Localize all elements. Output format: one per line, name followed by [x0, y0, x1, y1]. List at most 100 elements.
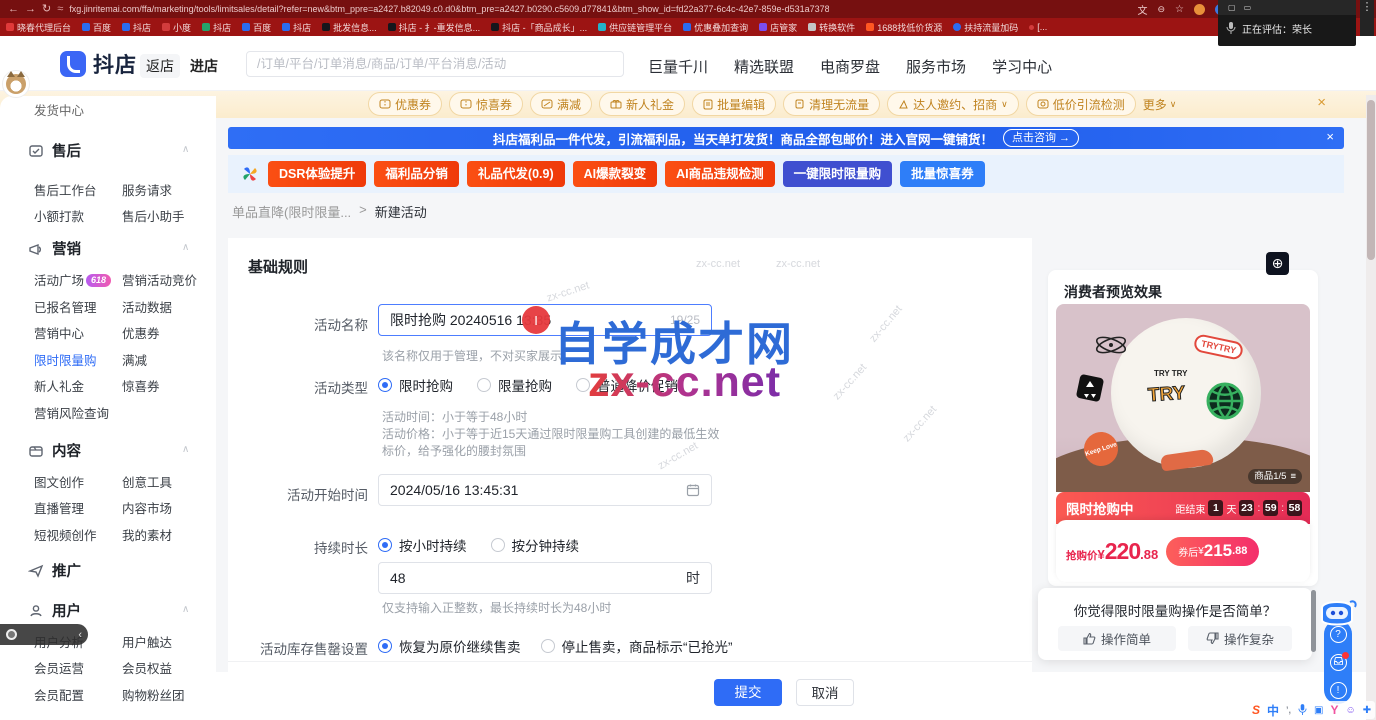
ime-toolbox-icon[interactable]: ✚ [1363, 705, 1371, 716]
collapse-icon[interactable]: ‹ [78, 629, 82, 641]
nav-qianchuan[interactable]: 巨量千川 [648, 56, 708, 77]
sidebar-item[interactable]: 会员权益 [122, 658, 210, 677]
zoom-icon[interactable]: ⊖ [1157, 4, 1165, 15]
bookmark[interactable]: 抖店 [202, 21, 231, 34]
tool-fulipin-button[interactable]: 福利品分销 [374, 161, 459, 187]
pill-lowprice-check[interactable]: 低价引流检测 [1026, 92, 1136, 116]
bookmark[interactable]: 小度 [162, 21, 191, 34]
sidebar-section-aftersale[interactable]: 售后 [28, 140, 81, 161]
sidebar-item[interactable]: 图文创作 [34, 472, 122, 491]
bookmark[interactable]: 百度 [82, 21, 111, 34]
bookmark[interactable]: 百度 [242, 21, 271, 34]
sidebar-item[interactable]: 营销中心 [34, 323, 122, 342]
translate-icon[interactable]: 文 [1137, 2, 1147, 17]
enter-shop-button[interactable]: 进店 [190, 54, 218, 78]
bookmark[interactable]: 1688找低价货源 [866, 21, 942, 34]
url-text[interactable]: fxg.jinritemai.com/ffa/marketing/tools/l… [69, 4, 829, 14]
sidebar-item[interactable]: 短视频创作 [34, 525, 122, 544]
tool-dsr-button[interactable]: DSR体验提升 [268, 161, 366, 187]
sidebar-item[interactable]: 满减 [122, 350, 210, 369]
browser-menu-icon[interactable]: ⋮ [1360, 0, 1374, 36]
ime-board-icon[interactable]: ▣ [1314, 705, 1323, 716]
bookmark[interactable]: 抖店 [282, 21, 311, 34]
sidebar-item[interactable]: 新人礼金 [34, 376, 122, 395]
bookmark[interactable]: 晓春代理后台 [6, 21, 71, 34]
chevron-up-icon[interactable]: ∧ [182, 144, 189, 155]
radio-by-minute[interactable]: 按分钟持续 [491, 535, 580, 555]
inner-scrollbar-thumb[interactable] [1311, 590, 1316, 652]
radio-flash-sale[interactable]: 限时抢购 [378, 375, 453, 395]
sidebar-item[interactable]: 营销风险查询 [34, 403, 109, 422]
pill-clean-traffic[interactable]: 清理无流量 [783, 92, 880, 116]
ime-mic-icon[interactable] [1298, 704, 1307, 716]
bookmark[interactable]: 优惠叠加查询 [683, 21, 748, 34]
tool-batch-surprise-button[interactable]: 批量惊喜券 [900, 161, 985, 187]
sidebar-item[interactable]: 购物粉丝团 [122, 685, 210, 704]
sidebar-item[interactable]: 创意工具 [122, 472, 210, 491]
bookmark[interactable]: 供应链管理平台 [598, 21, 672, 34]
ime-punct-icon[interactable]: ’, [1286, 705, 1291, 715]
doudian-logo[interactable]: 抖店 [60, 49, 137, 79]
submit-button[interactable]: 提交 [714, 679, 782, 706]
sidebar-item[interactable]: 小额打款 [34, 206, 122, 225]
tool-ai-hot-button[interactable]: AI爆款裂变 [573, 161, 658, 187]
sidebar-item[interactable]: 会员配置 [34, 685, 122, 704]
nav-xuexi[interactable]: 学习中心 [992, 56, 1052, 77]
sidebar-item[interactable]: 会员运营 [34, 658, 122, 677]
survey-dislike-button[interactable]: 操作复杂 [1188, 626, 1292, 651]
fox-avatar[interactable] [2, 70, 30, 98]
survey-like-button[interactable]: 操作简单 [1058, 626, 1176, 651]
bookmark[interactable]: 抖店 -「商品成长」... [491, 21, 587, 34]
bookmark[interactable]: 抖店 - 扌-重发信息... [388, 21, 481, 34]
sidebar-item[interactable]: 我的素材 [122, 525, 210, 544]
pill-more[interactable]: 更多∨ [1143, 96, 1177, 113]
ad-banner-cta-button[interactable]: 点击咨询 → [1003, 129, 1079, 147]
scrollbar-track[interactable] [1366, 95, 1376, 720]
sidebar-item-limit-buy-active[interactable]: 限时限量购 [34, 350, 122, 369]
scrollbar-thumb[interactable] [1367, 100, 1375, 260]
ime-language-toggle[interactable]: 中 [1267, 702, 1279, 719]
window-restore-icon[interactable]: ▢ [1228, 3, 1236, 12]
sidebar-section-promotion[interactable]: 推广 [28, 560, 81, 581]
sidebar-item[interactable]: 优惠券 [122, 323, 210, 342]
sidebar-item[interactable]: 售后小助手 [122, 206, 210, 225]
nav-jingxuan[interactable]: 精选联盟 [734, 56, 794, 77]
tool-ai-check-button[interactable]: AI商品违规检测 [665, 161, 775, 187]
sidebar-item[interactable]: 活动数据 [122, 297, 210, 316]
back-icon[interactable]: ← [8, 0, 19, 18]
bookmark[interactable]: 批发信息... [322, 21, 377, 34]
sidebar-item[interactable]: 内容市场 [122, 498, 210, 517]
sidebar-item[interactable]: 营销活动竞价 [122, 270, 210, 289]
sidebar-section-users[interactable]: 用户 [28, 600, 81, 621]
profile-avatar-fox[interactable] [1194, 4, 1205, 15]
sidebar-item[interactable]: 服务请求 [122, 180, 210, 199]
duration-input[interactable]: 48 时 [378, 562, 712, 594]
cancel-button[interactable]: 取消 [796, 679, 854, 706]
radio-resume-original-price[interactable]: 恢复为原价继续售卖 [378, 636, 521, 656]
product-image[interactable]: TRYTRY TRY TRY TRY Keep Love 商品1/5≡ [1056, 304, 1310, 492]
assistant-mascot[interactable] [1316, 594, 1358, 630]
sidebar-item[interactable]: 已报名管理 [34, 297, 122, 316]
chevron-up-icon[interactable]: ∧ [182, 242, 189, 253]
pill-fullcut[interactable]: 满减 [530, 92, 592, 116]
radio-limit-qty[interactable]: 限量抢购 [477, 375, 552, 395]
reload-icon[interactable]: ↻ [42, 0, 51, 18]
sidebar-item[interactable]: 售后工作台 [34, 180, 122, 199]
bookmark-star-icon[interactable]: ☆ [1175, 4, 1184, 15]
ad-banner[interactable]: 抖店福利品一件代发，引流福利品，当天单打发货！商品全部包邮价！进入官网一键铺货！… [228, 127, 1344, 149]
forward-icon[interactable]: → [25, 0, 36, 18]
ime-skin-icon[interactable]: Y [1331, 703, 1339, 717]
start-time-input[interactable]: 2024/05/16 13:45:31 [378, 474, 712, 506]
zoom-plus-button[interactable]: ⊕ [1266, 252, 1289, 275]
breadcrumb-parent[interactable]: 单品直降(限时限量... [232, 202, 351, 221]
bookmark[interactable]: 扶持流量加码 [953, 21, 1018, 34]
ime-brand-icon[interactable]: S [1252, 703, 1260, 717]
sidebar-item[interactable]: 惊喜券 [122, 376, 210, 395]
pill-newuser[interactable]: 新人礼金 [599, 92, 685, 116]
pill-surprise[interactable]: 惊喜券 [449, 92, 523, 116]
chevron-up-icon[interactable]: ∧ [182, 444, 189, 455]
sidebar-item-shipping-center[interactable]: 发货中心 [34, 100, 84, 119]
inbox-button[interactable] [1330, 654, 1347, 671]
bookmark[interactable]: 转换软件 [808, 21, 855, 34]
nav-fuwu[interactable]: 服务市场 [906, 56, 966, 77]
